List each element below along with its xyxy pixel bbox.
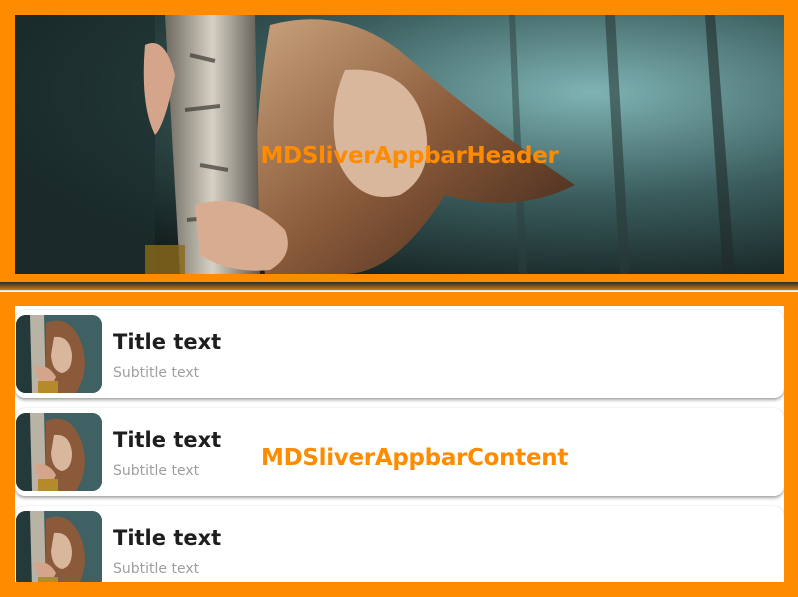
list-container[interactable]: Title text Subtitle text Title text Subt… bbox=[15, 306, 784, 582]
list-item-thumbnail bbox=[16, 413, 102, 491]
list-item-title: Title text bbox=[113, 330, 222, 354]
list-item-subtitle: Subtitle text bbox=[113, 561, 200, 577]
list-item-thumbnail bbox=[16, 315, 102, 393]
thumbnail-photo bbox=[16, 413, 102, 491]
thumbnail-photo bbox=[16, 511, 102, 582]
header-label: MDSliverAppbarHeader bbox=[260, 143, 559, 169]
content-label: MDSliverAppbarContent bbox=[261, 445, 569, 471]
sliver-appbar-header: MDSliverAppbarHeader bbox=[0, 0, 798, 290]
thumbnail-photo bbox=[16, 315, 102, 393]
list-item[interactable]: Title text Subtitle text bbox=[15, 310, 784, 398]
list-item-subtitle: Subtitle text bbox=[113, 365, 200, 381]
header-image-frame: MDSliverAppbarHeader bbox=[15, 15, 784, 274]
list-item-thumbnail bbox=[16, 511, 102, 582]
header-divider-shadow bbox=[0, 282, 798, 292]
sliver-appbar-content: Title text Subtitle text Title text Subt… bbox=[0, 292, 798, 597]
list-item-title: Title text bbox=[113, 526, 222, 550]
list-item-subtitle: Subtitle text bbox=[113, 463, 200, 479]
list-item-title: Title text bbox=[113, 428, 222, 452]
list-item[interactable]: Title text Subtitle text bbox=[15, 506, 784, 582]
